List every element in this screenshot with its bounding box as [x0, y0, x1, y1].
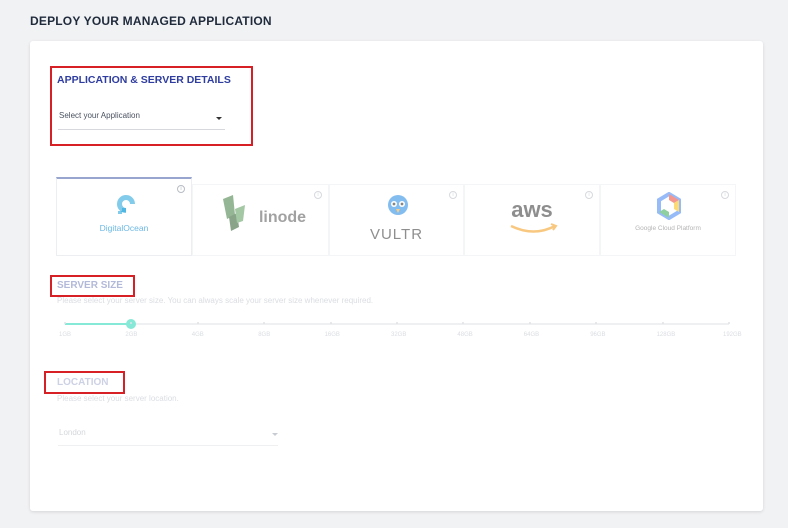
provider-google-cloud[interactable]: i Google Cloud Platform	[600, 184, 736, 256]
slider-tick-label: 1GB	[59, 332, 72, 338]
slider-tick-label: 96GB	[590, 332, 606, 338]
slider-tick[interactable]	[64, 322, 66, 324]
vultr-logo-icon	[388, 195, 408, 215]
server-size-heading: SERVER SIZE	[57, 280, 123, 291]
google-cloud-logo-icon	[657, 192, 681, 220]
slider-fill	[65, 323, 132, 325]
info-icon[interactable]: i	[314, 191, 322, 199]
slider-tick[interactable]	[329, 322, 332, 324]
application-select-value: Select your Application	[59, 111, 140, 120]
slider-tick-label: 2GB	[125, 332, 138, 338]
app-section-heading: APPLICATION & SERVER DETAILS	[57, 74, 231, 86]
provider-aws[interactable]: i aws	[464, 184, 600, 256]
provider-name: VULTR	[369, 226, 424, 243]
aws-smile-icon	[510, 223, 558, 233]
server-size-slider[interactable]	[64, 319, 730, 329]
provider-vultr[interactable]: i VULTR	[329, 184, 464, 256]
slider-tick-label: 64GB	[523, 332, 540, 338]
location-heading: LOCATION	[57, 377, 109, 388]
application-select[interactable]: Select your Application	[58, 109, 225, 130]
location-select-value: London	[59, 428, 86, 437]
provider-name: aws	[511, 197, 553, 222]
info-icon[interactable]: i	[177, 185, 185, 193]
location-hint: Please select your server location.	[57, 394, 179, 403]
slider-tick-label: 4GB	[191, 332, 204, 338]
slider-tick[interactable]	[528, 322, 531, 324]
deploy-card: APPLICATION & SERVER DETAILS Select your…	[30, 41, 763, 511]
info-icon[interactable]: i	[449, 191, 457, 199]
slider-tick[interactable]	[396, 322, 398, 324]
page-title: DEPLOY YOUR MANAGED APPLICATION	[30, 14, 272, 28]
slider-tick-label: 48GB	[457, 332, 473, 338]
provider-digitalocean[interactable]: i DigitalOcean	[56, 177, 192, 256]
caret-down-icon	[272, 433, 278, 436]
digitalocean-logo-icon	[117, 195, 135, 214]
provider-linode[interactable]: i linode	[192, 184, 329, 256]
info-icon[interactable]: i	[721, 191, 729, 199]
slider-tick[interactable]	[595, 322, 598, 324]
slider-tick-label: 16GB	[324, 332, 340, 338]
slider-tick-label: 32GB	[391, 332, 407, 338]
slider-tick[interactable]	[462, 322, 465, 324]
slider-handle[interactable]	[126, 319, 137, 329]
caret-down-icon	[216, 117, 222, 120]
server-size-hint: Please select your server size. You can …	[57, 296, 374, 305]
slider-tick-label: 128GB	[656, 332, 676, 338]
slider-tick[interactable]	[263, 322, 266, 324]
slider-tick-label: 8GB	[258, 332, 271, 338]
slider-tick-label: 192GB	[723, 332, 742, 338]
location-select[interactable]: London	[58, 425, 278, 446]
provider-name: DigitalOcean	[99, 223, 149, 233]
slider-tick[interactable]	[728, 322, 730, 324]
slider-tick[interactable]	[196, 322, 199, 324]
provider-name: Google Cloud Platform	[635, 225, 701, 232]
slider-tick[interactable]	[661, 322, 664, 324]
provider-list: i DigitalOcean i linode i VULTR i aws i …	[56, 177, 736, 256]
